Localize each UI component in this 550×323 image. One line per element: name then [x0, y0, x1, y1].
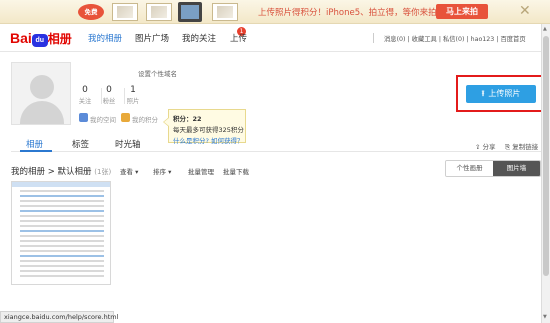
baidu-home-link[interactable]: 百度首页	[500, 36, 525, 43]
promo-image-1	[112, 3, 138, 21]
thumbnail-line	[20, 275, 104, 277]
thumbnail-line	[20, 265, 104, 267]
messages-link[interactable]: 消息(0)	[384, 36, 406, 43]
avatar[interactable]	[11, 62, 71, 125]
sep: |	[466, 36, 469, 43]
upload-highlight-box: ⭱ 上传照片	[456, 75, 544, 112]
upload-photo-button[interactable]: ⭱ 上传照片	[466, 85, 536, 103]
promo-cta-button[interactable]: 马上来拍	[436, 4, 488, 19]
chevron-down-icon: ▾	[168, 168, 172, 176]
set-domain-link[interactable]: 设置个性域名	[138, 68, 177, 78]
scrollbar-thumb[interactable]	[543, 36, 549, 276]
thumbnail-line	[20, 250, 104, 252]
points-icon	[121, 113, 130, 122]
breadcrumb: 我的相册 > 默认相册 (1张)	[11, 165, 111, 177]
nav-photo-square[interactable]: 图片广场	[135, 32, 169, 44]
top-navbar: Bai du 相册 我的相册 图片广场 我的关注 1 上传 消息(0) | 收藏工具 | 私…	[0, 24, 550, 52]
photo-thumbnail[interactable]	[11, 181, 111, 285]
share-icon: ⇪	[475, 143, 483, 151]
paw-icon: du	[31, 34, 48, 47]
tab-timeline[interactable]: 时光轴	[115, 138, 141, 150]
share-button[interactable]: ⇪ 分享	[475, 141, 496, 151]
chevron-down-icon: ▾	[135, 168, 139, 176]
avatar-head	[30, 75, 54, 99]
thumbnail-line	[20, 205, 104, 207]
stat-photos-count: 1	[130, 85, 136, 95]
points-tooltip: 积分：22 每天最多可获得325积分 什么是积分? 如何获得？	[163, 109, 246, 145]
phone-icon	[178, 2, 202, 22]
breadcrumb-current: 默认相册	[57, 167, 92, 177]
share-label: 分享	[482, 143, 496, 151]
copy-link-button[interactable]: ⎘ 复制链接	[505, 141, 538, 152]
sort-dropdown[interactable]: 排序 ▾	[153, 166, 171, 176]
vertical-scrollbar[interactable]: ▲ ▼	[541, 24, 550, 323]
view-label: 查看	[120, 168, 133, 176]
nav-divider	[373, 33, 374, 43]
promo-image-2	[146, 3, 172, 21]
tooltip-help-link[interactable]: 什么是积分? 如何获得？	[173, 135, 244, 145]
private-messages-link[interactable]: 私信(0)	[443, 36, 465, 43]
logo-suffix: 相册	[47, 32, 72, 46]
promo-image-3	[212, 3, 238, 21]
photo-count: (1张)	[94, 168, 112, 176]
upload-label: 上传照片	[488, 89, 521, 98]
view-photo-wall[interactable]: 图片墙	[493, 161, 540, 176]
thumbnail-line	[20, 235, 104, 237]
breadcrumb-root[interactable]: 我的相册	[11, 167, 45, 177]
thumbnail-line	[20, 215, 104, 217]
top-links: 消息(0) | 收藏工具 | 私信(0) | hao123 | 百度首页	[384, 34, 528, 43]
thumbnail-line	[20, 230, 104, 232]
space-icon	[79, 113, 88, 122]
tabs-divider	[11, 151, 541, 152]
sort-label: 排序	[153, 168, 166, 176]
thumbnail-line	[20, 220, 104, 222]
thumbnail-line	[20, 190, 104, 192]
my-points-link[interactable]: 我的积分	[132, 114, 158, 124]
thumbnail-line	[20, 210, 104, 212]
tab-tags[interactable]: 标签	[72, 138, 89, 150]
thumbnail-line	[20, 255, 104, 257]
thumbnail-line	[20, 200, 104, 202]
hao123-link[interactable]: hao123	[471, 36, 495, 43]
thumbnail-line	[20, 195, 104, 197]
sep: |	[407, 36, 410, 43]
nav-upload[interactable]: 上传	[230, 32, 247, 44]
copy-link-label: 复制链接	[512, 143, 539, 151]
close-icon[interactable]: ✕	[519, 3, 531, 19]
upload-icon: ⭱	[481, 89, 485, 98]
view-toggle: 个性画册 图片墙	[445, 160, 541, 177]
active-tab-underline	[20, 150, 52, 152]
status-bar: xiangce.baidu.com/help/score.html	[0, 311, 118, 323]
thumbnail-line	[20, 245, 104, 247]
scroll-down-icon[interactable]: ▼	[543, 314, 547, 320]
favorites-tool-link[interactable]: 收藏工具	[412, 36, 437, 43]
batch-download-button[interactable]: 批量下载	[223, 166, 249, 176]
sep: |	[438, 36, 441, 43]
nav-my-follows[interactable]: 我的关注	[182, 32, 216, 44]
stat-photos[interactable]: 1 照片	[118, 85, 148, 105]
logo-text: Bai	[10, 30, 32, 46]
thumbnail-titlebar	[12, 182, 110, 187]
tab-albums[interactable]: 相册	[26, 138, 43, 150]
free-badge: 免费	[78, 4, 104, 20]
thumbnail-line	[20, 240, 104, 242]
thumbnail-line	[20, 225, 104, 227]
thumbnail-line	[20, 270, 104, 272]
stat-photos-label: 照片	[126, 98, 140, 105]
promo-banner[interactable]: 免费 上传照片得积分！iPhone5、拍立得，等你来拍！ 马上来拍 ✕	[0, 0, 550, 24]
promo-message: 上传照片得积分！iPhone5、拍立得，等你来拍！	[258, 8, 446, 18]
my-space-link[interactable]: 我的空间	[90, 114, 116, 124]
scroll-up-icon[interactable]: ▲	[543, 26, 547, 32]
tooltip-score: 积分：22	[173, 115, 202, 123]
batch-manage-button[interactable]: 批量管理	[188, 166, 214, 176]
sep: |	[496, 36, 499, 43]
baidu-logo[interactable]: Bai du 相册	[10, 30, 72, 47]
tooltip-daily: 每天最多可获得325积分	[173, 126, 244, 134]
nav-my-albums[interactable]: 我的相册	[88, 32, 122, 44]
avatar-body	[20, 101, 64, 124]
thumbnail-line	[20, 260, 104, 262]
view-album-book[interactable]: 个性画册	[446, 161, 493, 176]
view-dropdown[interactable]: 查看 ▾	[120, 166, 138, 176]
breadcrumb-separator: >	[47, 167, 55, 177]
